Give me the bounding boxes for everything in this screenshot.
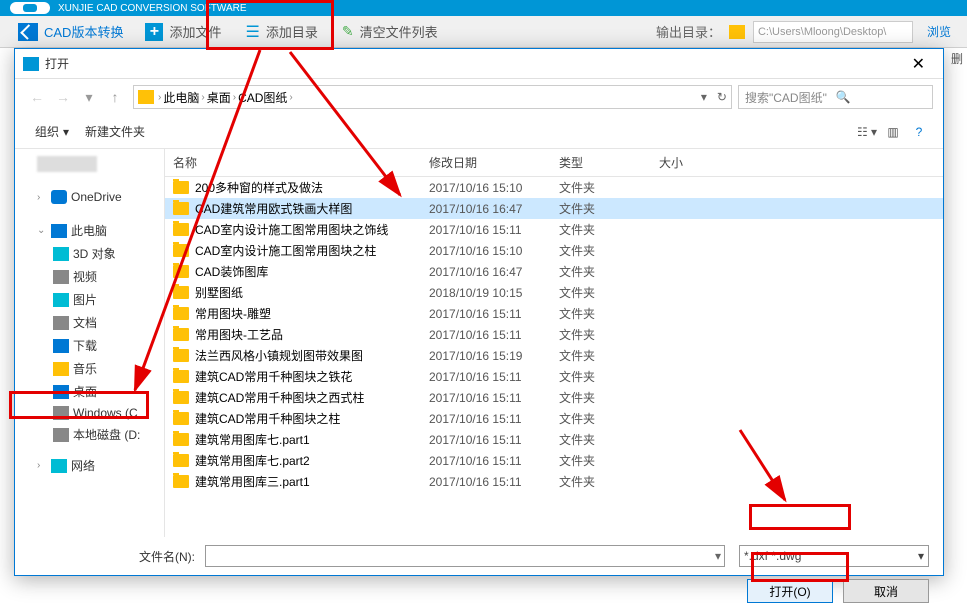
address-bar[interactable]: › 此电脑 › 桌面 › CAD图纸 › ▾ ↻ (133, 85, 732, 109)
new-folder-button[interactable]: 新建文件夹 (77, 119, 153, 144)
nav-dropdown-button[interactable]: ▾ (77, 85, 101, 109)
column-size[interactable]: 大小 (659, 154, 739, 171)
sidebar-item-music[interactable]: 音乐 (15, 357, 164, 380)
folder-icon (173, 391, 189, 404)
file-row[interactable]: 200多种窗的样式及做法 2017/10/16 15:10 文件夹 (165, 177, 943, 198)
file-row[interactable]: CAD建筑常用欧式铁画大样图 2017/10/16 16:47 文件夹 (165, 198, 943, 219)
file-row[interactable]: 建筑常用图库七.part1 2017/10/16 15:11 文件夹 (165, 429, 943, 450)
folder-icon (138, 90, 154, 104)
folder-icon (173, 202, 189, 215)
folder-icon (173, 181, 189, 194)
cad-convert-button[interactable]: CAD版本转换 (10, 18, 131, 45)
folder-icon (173, 244, 189, 257)
column-date[interactable]: 修改日期 (429, 154, 559, 171)
add-directory-button[interactable]: ☰ 添加目录 (235, 18, 327, 46)
folder-icon (173, 286, 189, 299)
convert-icon (18, 23, 38, 41)
file-row[interactable]: CAD室内设计施工图常用图块之柱 2017/10/16 15:10 文件夹 (165, 240, 943, 261)
file-row[interactable]: 常用图块-工艺品 2017/10/16 15:11 文件夹 (165, 324, 943, 345)
file-row[interactable]: 建筑CAD常用千种图块之西式柱 2017/10/16 15:11 文件夹 (165, 387, 943, 408)
delete-column-hint: 删 (951, 50, 963, 67)
folder-icon (173, 307, 189, 320)
address-dropdown-icon[interactable]: ▾ ↻ (701, 90, 727, 104)
sidebar-item-3dobjects[interactable]: 3D 对象 (15, 242, 164, 265)
sidebar-item-thispc[interactable]: ⌄此电脑 (15, 219, 164, 242)
open-button[interactable]: 打开(O) (747, 579, 833, 603)
sidebar-item-drive-d[interactable]: 本地磁盘 (D: (15, 423, 164, 446)
folder-icon (173, 223, 189, 236)
filename-input[interactable] (205, 545, 725, 567)
file-row[interactable]: CAD装饰图库 2017/10/16 16:47 文件夹 (165, 261, 943, 282)
folder-icon (173, 412, 189, 425)
column-type[interactable]: 类型 (559, 154, 659, 171)
plus-icon: + (145, 23, 163, 41)
breadcrumb-folder[interactable]: CAD图纸 (238, 89, 287, 106)
folder-icon (173, 433, 189, 446)
close-button[interactable]: ✕ (902, 54, 935, 74)
clear-icon: ✎ (342, 23, 354, 40)
list-header: 名称 修改日期 类型 大小 (165, 149, 943, 177)
sidebar-item-network[interactable]: ›网络 (15, 454, 164, 477)
column-name[interactable]: 名称 (173, 154, 429, 171)
filetype-select[interactable]: *.dxf *.dwg▾ (739, 545, 929, 567)
sidebar-item-desktop[interactable]: 桌面 (15, 380, 164, 403)
nav-sidebar: ›OneDrive ⌄此电脑 3D 对象 视频 图片 文档 下载 音乐 桌面 W… (15, 149, 165, 537)
nav-up-button[interactable]: ↑ (103, 85, 127, 109)
cancel-button[interactable]: 取消 (843, 579, 929, 603)
filename-dropdown-icon[interactable]: ▾ (715, 549, 729, 563)
preview-pane-button[interactable]: ▥ (881, 121, 905, 143)
file-row[interactable]: 建筑CAD常用千种图块之铁花 2017/10/16 15:11 文件夹 (165, 366, 943, 387)
app-logo-icon (10, 2, 50, 14)
dialog-title: 打开 (45, 55, 69, 72)
clear-list-button[interactable]: ✎ 清空文件列表 (332, 18, 448, 45)
breadcrumb: › 此电脑 › 桌面 › CAD图纸 › (158, 89, 293, 106)
help-button[interactable]: ? (907, 121, 931, 143)
filename-label: 文件名(N): (139, 548, 195, 565)
file-row[interactable]: 法兰西风格小镇规划图带效果图 2017/10/16 15:19 文件夹 (165, 345, 943, 366)
folder-icon (173, 349, 189, 362)
file-row[interactable]: CAD室内设计施工图常用图块之饰线 2017/10/16 15:11 文件夹 (165, 219, 943, 240)
file-row[interactable]: 建筑常用图库七.part2 2017/10/16 15:11 文件夹 (165, 450, 943, 471)
app-toolbar: CAD版本转换 + 添加文件 ☰ 添加目录 ✎ 清空文件列表 输出目录： 浏览 (0, 16, 967, 48)
output-dir-label: 输出目录： (656, 22, 721, 41)
search-icon: 🔍 (836, 90, 927, 104)
nav-forward-button[interactable]: → (51, 85, 75, 109)
sidebar-item-videos[interactable]: 视频 (15, 265, 164, 288)
open-file-dialog: 打开 ✕ ← → ▾ ↑ › 此电脑 › 桌面 › CAD图纸 › ▾ ↻ 搜索… (14, 48, 944, 576)
search-input[interactable]: 搜索"CAD图纸" 🔍 (738, 85, 933, 109)
sidebar-item-documents[interactable]: 文档 (15, 311, 164, 334)
sidebar-item-downloads[interactable]: 下载 (15, 334, 164, 357)
folder-icon (173, 328, 189, 341)
folder-icon (173, 370, 189, 383)
folder-icon (173, 475, 189, 488)
sidebar-item-drive-c[interactable]: Windows (C (15, 403, 164, 423)
output-path-input[interactable] (753, 21, 913, 43)
breadcrumb-desktop[interactable]: 桌面 (207, 89, 231, 106)
organize-button[interactable]: 组织▾ (27, 119, 77, 144)
breadcrumb-thispc[interactable]: 此电脑 (163, 89, 199, 106)
file-row[interactable]: 别墅图纸 2018/10/19 10:15 文件夹 (165, 282, 943, 303)
sidebar-item-blur (15, 153, 164, 175)
list-icon: ☰ (245, 22, 259, 42)
file-row[interactable]: 常用图块-雕塑 2017/10/16 15:11 文件夹 (165, 303, 943, 324)
view-mode-button[interactable]: ☷ ▾ (855, 121, 879, 143)
app-titlebar: XUNJIE CAD CONVERSION SOFTWARE (0, 0, 967, 16)
file-row[interactable]: 建筑CAD常用千种图块之柱 2017/10/16 15:11 文件夹 (165, 408, 943, 429)
app-title: XUNJIE CAD CONVERSION SOFTWARE (58, 3, 247, 14)
sidebar-item-pictures[interactable]: 图片 (15, 288, 164, 311)
file-list: 名称 修改日期 类型 大小 200多种窗的样式及做法 2017/10/16 15… (165, 149, 943, 537)
folder-icon (729, 25, 745, 39)
dialog-titlebar: 打开 ✕ (15, 49, 943, 79)
nav-back-button[interactable]: ← (25, 85, 49, 109)
dialog-icon (23, 57, 39, 71)
sidebar-item-onedrive[interactable]: ›OneDrive (15, 187, 164, 207)
add-file-button[interactable]: + 添加文件 (135, 18, 231, 45)
folder-icon (173, 454, 189, 467)
folder-icon (173, 265, 189, 278)
file-row[interactable]: 建筑常用图库三.part1 2017/10/16 15:11 文件夹 (165, 471, 943, 492)
browse-button[interactable]: 浏览 (921, 21, 957, 42)
